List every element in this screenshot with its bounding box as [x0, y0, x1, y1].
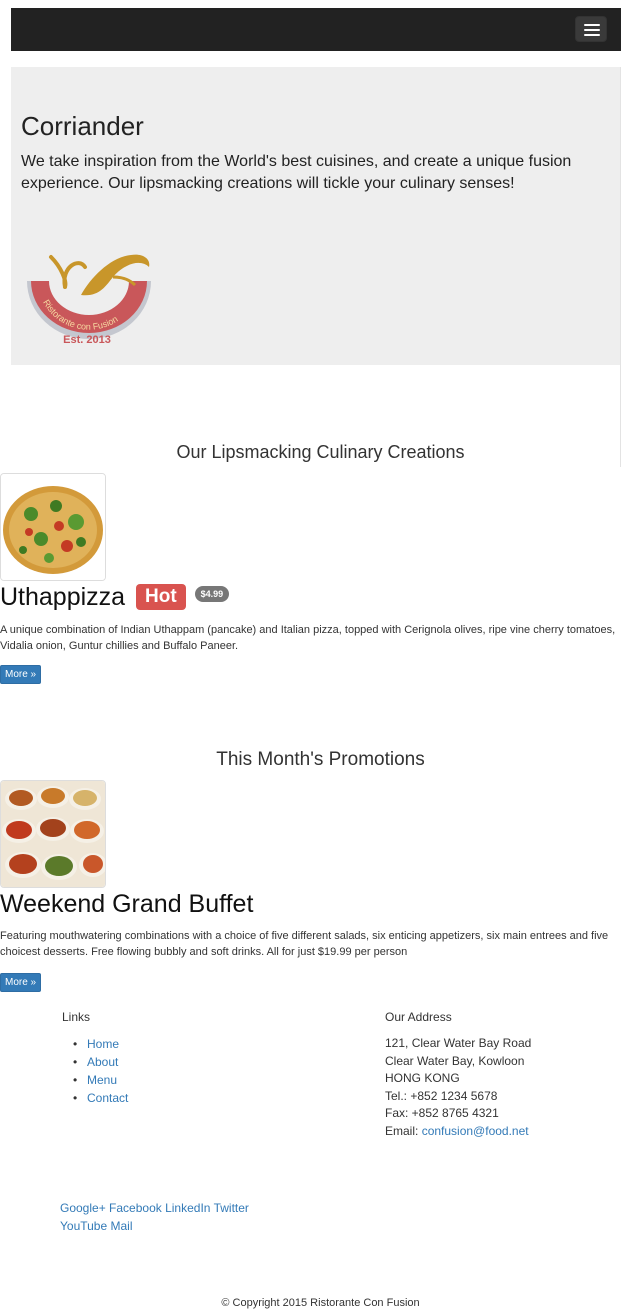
navbar	[11, 8, 621, 51]
jumbotron: Corriander We take inspiration from the …	[11, 67, 621, 365]
dish-description: A unique combination of Indian Uthappam …	[0, 624, 616, 652]
hot-badge: Hot	[136, 584, 186, 610]
address-line: Clear Water Bay, Kowloon	[385, 1053, 525, 1068]
footer-link-home[interactable]: Home	[73, 1035, 128, 1053]
hamburger-icon	[584, 24, 600, 26]
footer-link-about[interactable]: About	[73, 1053, 128, 1071]
intro-text: We take inspiration from the World's bes…	[21, 153, 572, 192]
copyright: © Copyright 2015 Ristorante Con Fusion	[221, 1297, 420, 1309]
promotion-thumbnail[interactable]	[0, 780, 106, 888]
logo-est: Est. 2013	[63, 334, 111, 346]
uthappizza-image	[1, 474, 105, 580]
fax-line: Fax: +852 8765 4321	[385, 1106, 499, 1120]
footer-link-menu[interactable]: Menu	[73, 1071, 128, 1089]
dish-thumbnail[interactable]	[0, 473, 106, 581]
dish-name-row: Uthappizza Hot $4.99	[0, 583, 230, 612]
restaurant-logo: Ristorante con Fusion Est. 2013	[27, 254, 151, 346]
dish-name: Uthappizza	[0, 583, 126, 611]
address-line: HONG KONG	[385, 1071, 460, 1085]
promotion-name: Weekend Grand Buffet	[0, 890, 254, 918]
footer-link-contact[interactable]: Contact	[73, 1089, 128, 1107]
social-mail[interactable]: Mail	[111, 1219, 133, 1233]
social-google-plus[interactable]: Google+	[60, 1201, 106, 1215]
price-badge: $4.99	[194, 586, 230, 602]
footer-links: Home About Menu Contact	[73, 1035, 128, 1107]
dish-more-button[interactable]: More »	[0, 665, 42, 684]
promotions-section-title: This Month's Promotions	[216, 749, 425, 770]
menu-toggle-button[interactable]	[575, 16, 607, 42]
hamburger-icon-bar	[584, 29, 600, 31]
social-linkedin[interactable]: LinkedIn	[165, 1201, 210, 1215]
address-block: 121, Clear Water Bay Road Clear Water Ba…	[385, 1035, 531, 1140]
links-heading: Links	[62, 1010, 91, 1024]
email-link[interactable]: confusion@food.net	[422, 1124, 529, 1138]
email-line: Email: confusion@food.net	[385, 1123, 531, 1141]
divider	[620, 67, 621, 467]
hamburger-icon-bar	[584, 34, 600, 36]
social-twitter[interactable]: Twitter	[214, 1201, 249, 1215]
social-youtube[interactable]: YouTube	[60, 1219, 107, 1233]
social-links: Google+ Facebook LinkedIn Twitter YouTub…	[60, 1199, 300, 1235]
phone-line: Tel.: +852 1234 5678	[385, 1088, 498, 1103]
promotion-more-button[interactable]: More »	[0, 973, 42, 992]
buffet-image	[1, 781, 105, 887]
social-facebook[interactable]: Facebook	[109, 1201, 162, 1215]
page-title: Corriander	[21, 111, 144, 141]
dishes-section-title: Our Lipsmacking Culinary Creations	[176, 442, 465, 462]
email-label: Email:	[385, 1123, 422, 1138]
address-heading: Our Address	[385, 1010, 452, 1024]
promotion-description: Featuring mouthwatering combinations wit…	[0, 930, 609, 958]
address-line: 121, Clear Water Bay Road	[385, 1036, 532, 1050]
